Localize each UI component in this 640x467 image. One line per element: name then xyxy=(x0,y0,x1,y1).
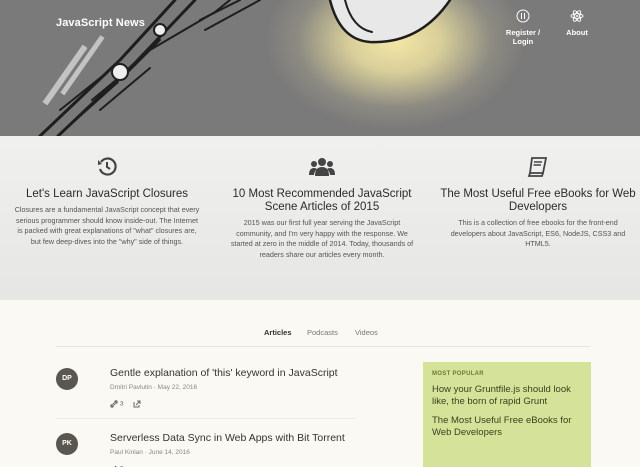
history-icon xyxy=(98,157,117,176)
divider xyxy=(56,418,356,419)
featured-section: Let's Learn JavaScript Closures Closures… xyxy=(0,136,640,300)
article-actions: 3 xyxy=(110,400,141,408)
link-count[interactable]: 3 xyxy=(110,400,123,408)
tab-podcasts[interactable]: Podcasts xyxy=(307,328,338,337)
tab-videos[interactable]: Videos xyxy=(355,328,378,337)
site-logo[interactable]: JavaScript News xyxy=(56,17,145,29)
users-icon xyxy=(309,158,335,176)
feature-title[interactable]: 10 Most Recommended JavaScript Scene Art… xyxy=(226,188,418,214)
most-popular-title: MOST POPULAR xyxy=(432,371,484,377)
feature-title[interactable]: Let's Learn JavaScript Closures xyxy=(14,188,200,201)
feature-text: This is a collection of free ebooks for … xyxy=(450,218,626,248)
external-link-icon[interactable] xyxy=(133,400,141,408)
article-meta: Paul Kinlan · June 14, 2016 xyxy=(110,449,190,456)
hero-banner: JavaScript News Register / Login About xyxy=(0,0,640,136)
link-count-value: 3 xyxy=(119,400,124,408)
article-title[interactable]: Serverless Data Sync in Web Apps with Bi… xyxy=(110,432,345,444)
nav-about[interactable]: About xyxy=(562,9,592,37)
book-icon xyxy=(527,157,548,177)
popular-link-gruntfile[interactable]: How your Gruntfile.js should look like, … xyxy=(432,384,582,408)
link-icon xyxy=(110,400,118,408)
feature-title[interactable]: The Most Useful Free eBooks for Web Deve… xyxy=(440,188,636,214)
atom-icon xyxy=(570,10,584,22)
feature-closures[interactable]: Let's Learn JavaScript Closures Closures… xyxy=(14,156,200,247)
avatar[interactable]: PK xyxy=(56,433,78,455)
nav-about-label: About xyxy=(566,28,588,37)
user-circle-icon xyxy=(516,9,530,23)
avatar[interactable]: DP xyxy=(56,368,78,390)
feature-text: 2015 was our first full year serving the… xyxy=(230,218,414,259)
nav-register-label: Register / Login xyxy=(505,28,541,46)
article-meta: Dmitri Pavlutin · May 22, 2016 xyxy=(110,384,198,391)
feature-ebooks[interactable]: The Most Useful Free eBooks for Web Deve… xyxy=(440,156,636,250)
feature-recommended[interactable]: 10 Most Recommended JavaScript Scene Art… xyxy=(226,156,418,260)
tab-articles[interactable]: Articles xyxy=(264,328,292,337)
popular-link-ebooks[interactable]: The Most Useful Free eBooks for Web Deve… xyxy=(432,415,582,439)
nav-register-login[interactable]: Register / Login xyxy=(496,9,550,46)
article-title[interactable]: Gentle explanation of 'this' keyword in … xyxy=(110,367,338,379)
content-tabs: Articles Podcasts Videos xyxy=(56,325,590,347)
feature-text: Closures are a fundamental JavaScript co… xyxy=(14,205,200,246)
most-popular-panel: MOST POPULAR How your Gruntfile.js shoul… xyxy=(423,362,591,467)
